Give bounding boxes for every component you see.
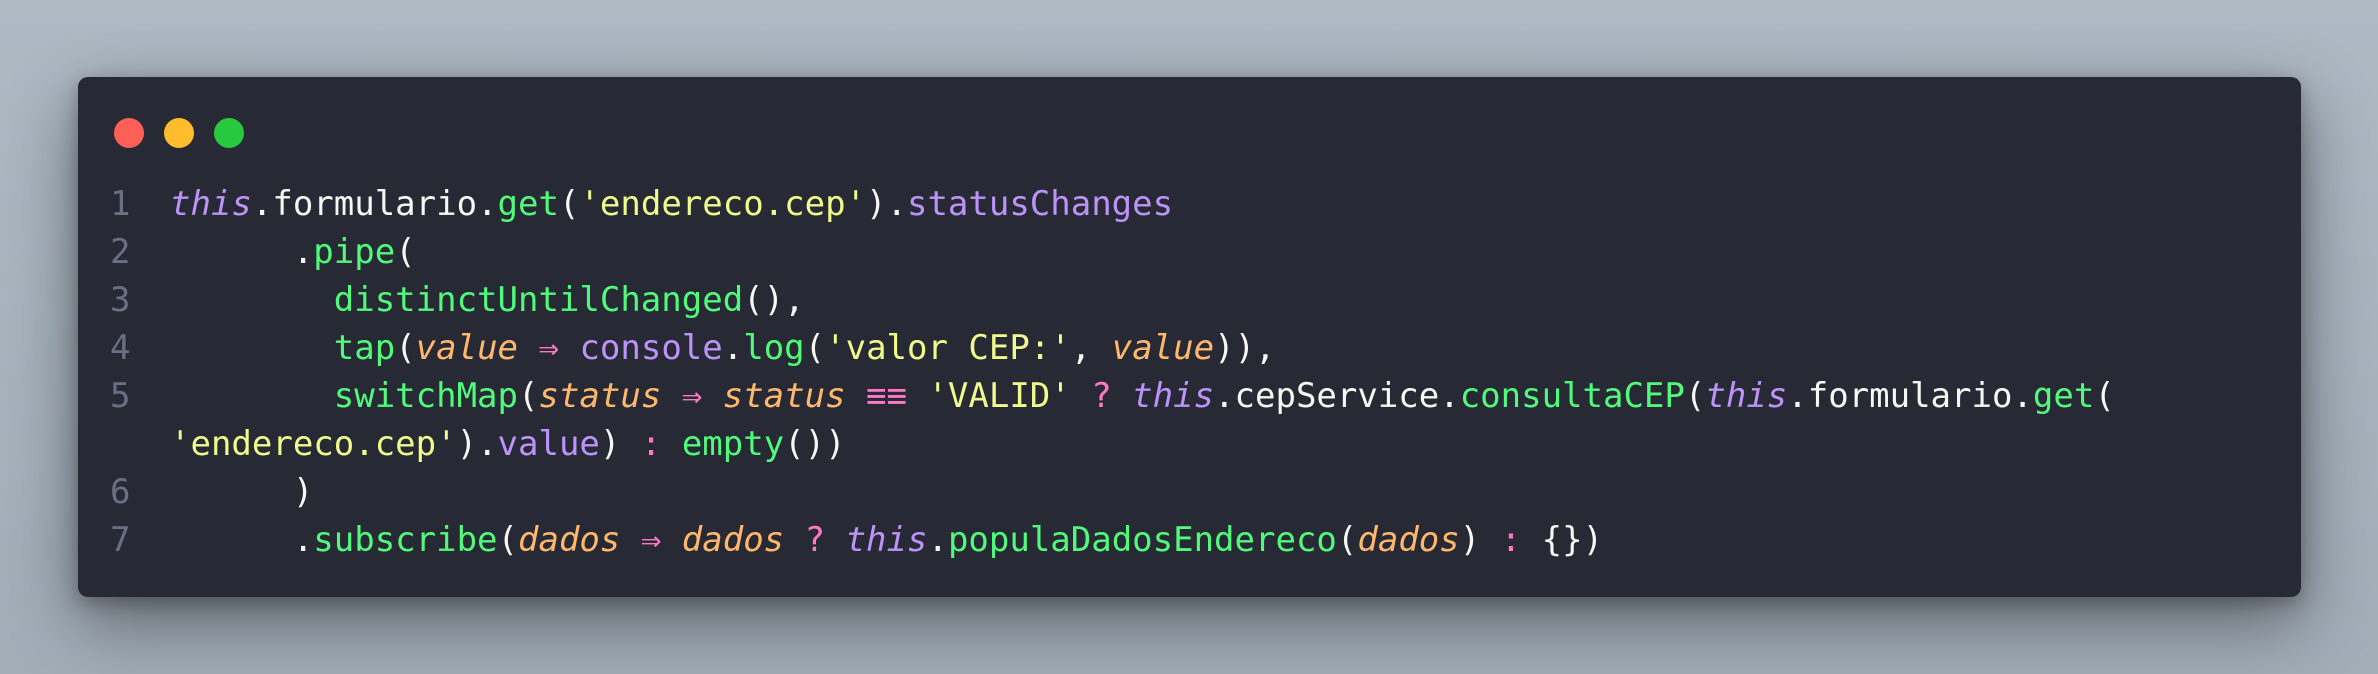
code-line: 4 tap(value ⇒ console.log('valor CEP:', … — [110, 324, 2271, 372]
code-token: this — [1705, 376, 1788, 416]
code-token: 'VALID' — [927, 376, 1071, 416]
code-token: 'endereco.cep' — [170, 424, 457, 464]
code-token: switchMap — [333, 376, 518, 416]
code-token: 'endereco.cep' — [579, 184, 867, 224]
line-number: 6 — [110, 472, 131, 512]
code-token: (), — [743, 280, 805, 320]
code-token: empty — [681, 424, 785, 464]
code-line-content: this.formulario.get('endereco.cep').stat… — [150, 180, 2271, 228]
code-line: 6 ) — [110, 468, 2271, 516]
code-token: ⇒ — [518, 328, 580, 368]
code-token: ). — [866, 184, 907, 224]
code-block: 1 this.formulario.get('endereco.cep').sta… — [110, 180, 2271, 564]
code-line-content: 'endereco.cep').value) : empty()) — [150, 420, 2271, 468]
code-token: ( — [1684, 376, 1706, 416]
code-token: get — [2032, 376, 2095, 416]
code-line-content: tap(value ⇒ console.log('valor CEP:', va… — [150, 324, 2271, 372]
code-token: dados — [518, 520, 621, 560]
code-line-content: .pipe( — [150, 228, 2271, 276]
code-token: ( — [518, 376, 539, 416]
code-line: 7 .subscribe(dados ⇒ dados ? this.popula… — [110, 516, 2271, 564]
code-token: . — [722, 328, 744, 368]
code-token: , — [1070, 328, 1112, 368]
code-line-content: distinctUntilChanged(), — [150, 276, 2271, 324]
code-token: ( — [395, 328, 416, 368]
code-token: this — [170, 184, 252, 224]
code-token: ⇒ — [620, 520, 682, 560]
code-token: pipe — [313, 232, 396, 272]
code-token: ? — [1070, 376, 1133, 416]
code-token: ? — [784, 520, 846, 560]
code-token: dados — [681, 520, 785, 560]
line-number: 2 — [110, 232, 131, 272]
code-token: console — [579, 328, 723, 368]
code-line: 5 switchMap(status ⇒ status ≡≡ 'VALID' ?… — [110, 372, 2271, 420]
line-number: 3 — [110, 280, 131, 320]
line-number: 1 — [110, 184, 131, 224]
line-number: 4 — [110, 328, 131, 368]
code-token: ( — [1336, 520, 1358, 560]
code-token: .formulario. — [1787, 376, 2033, 416]
code-token: ≡≡ — [845, 376, 928, 416]
code-token: consultaCEP — [1459, 376, 1685, 416]
code-token: . — [927, 520, 948, 560]
code-token: this — [845, 520, 928, 560]
code-token: log — [743, 328, 805, 368]
code-token: : — [1500, 520, 1522, 560]
code-token: )), — [1214, 328, 1276, 368]
code-line: 1 this.formulario.get('endereco.cep').sta… — [110, 180, 2271, 228]
code-token: : — [640, 424, 662, 464]
line-number: 5 — [110, 376, 131, 416]
code-token: ( — [497, 520, 519, 560]
code-token: ( — [2094, 376, 2115, 416]
close-dot-icon[interactable] — [114, 118, 144, 148]
code-token: ) — [599, 424, 641, 464]
code-token: . — [170, 520, 314, 560]
code-token: value — [415, 328, 519, 368]
code-token: ) — [170, 472, 314, 512]
code-line-content: switchMap(status ⇒ status ≡≡ 'VALID' ? t… — [150, 372, 2271, 420]
code-token: this — [1132, 376, 1215, 416]
code-token: tap — [333, 328, 396, 368]
code-token: ). — [456, 424, 498, 464]
code-token: .formulario. — [251, 184, 498, 224]
line-number: 7 — [110, 520, 131, 560]
code-token: statusChanges — [906, 184, 1174, 224]
code-token: .cepService. — [1214, 376, 1460, 416]
code-token: distinctUntilChanged — [333, 280, 744, 320]
code-window: 1 this.formulario.get('endereco.cep').sta… — [78, 77, 2301, 597]
code-line-content: .subscribe(dados ⇒ dados ? this.populaDa… — [150, 516, 2271, 564]
code-token: {}) — [1521, 520, 1604, 560]
code-line: 'endereco.cep').value) : empty()) — [110, 420, 2271, 468]
code-token: status — [538, 376, 662, 416]
code-token: populaDadosEndereco — [947, 520, 1337, 560]
code-token: value — [1111, 328, 1215, 368]
code-token: dados — [1357, 520, 1460, 560]
code-token: ()) — [784, 424, 846, 464]
code-token: ( — [395, 232, 416, 272]
window-controls — [114, 118, 244, 148]
code-token: 'valor CEP:' — [825, 328, 1071, 368]
code-line: 3 distinctUntilChanged(), — [110, 276, 2271, 324]
code-token: ⇒ — [661, 376, 723, 416]
code-token: ( — [558, 184, 580, 224]
code-token: subscribe — [313, 520, 498, 560]
code-line-content: ) — [150, 468, 2271, 516]
minimize-dot-icon[interactable] — [164, 118, 194, 148]
code-token: ) — [1459, 520, 1501, 560]
code-line: 2 .pipe( — [110, 228, 2271, 276]
code-token: value — [497, 424, 600, 464]
maximize-dot-icon[interactable] — [214, 118, 244, 148]
code-token: get — [497, 184, 559, 224]
code-token: ( — [804, 328, 826, 368]
code-token: . — [170, 232, 314, 272]
code-token: status — [722, 376, 846, 416]
